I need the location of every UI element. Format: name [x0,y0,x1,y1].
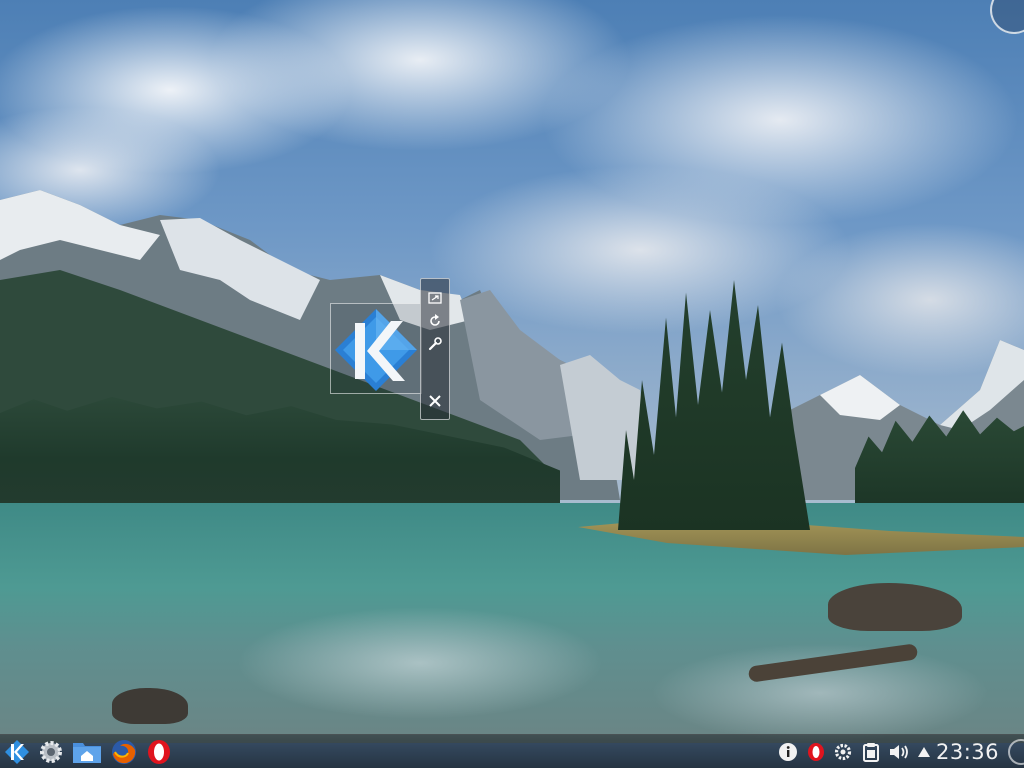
clock[interactable]: 23:36 [936,740,999,764]
gear-icon [40,741,62,763]
opera-launcher[interactable] [144,737,174,767]
home-folder-launcher[interactable] [72,737,102,767]
volume-icon[interactable] [888,741,910,763]
rotate-icon[interactable] [426,312,444,330]
firefox-icon [112,740,136,764]
wallpaper-rock [112,688,188,724]
firefox-launcher[interactable] [109,737,139,767]
system-settings-launcher[interactable] [36,737,66,767]
opera-tray-icon[interactable] [805,741,827,763]
opera-icon [148,740,170,764]
settings-tray-icon[interactable] [832,741,854,763]
home-folder-icon [73,743,101,763]
resize-icon[interactable] [426,289,444,307]
expand-tray-icon[interactable] [913,741,935,763]
kde-logo-icon [335,309,417,391]
widget-handle[interactable] [420,278,450,420]
kde-application-launcher[interactable] [2,737,32,767]
panel-toolbox-icon[interactable] [1008,739,1024,765]
clipboard-icon[interactable] [860,741,882,763]
kde-logo-icon [5,740,29,764]
close-icon[interactable] [426,392,444,410]
taskbar-panel: 23:36 [0,734,1024,768]
configure-icon[interactable] [426,335,444,353]
desktop[interactable]: 23:36 [0,0,1024,768]
info-icon[interactable] [777,741,799,763]
